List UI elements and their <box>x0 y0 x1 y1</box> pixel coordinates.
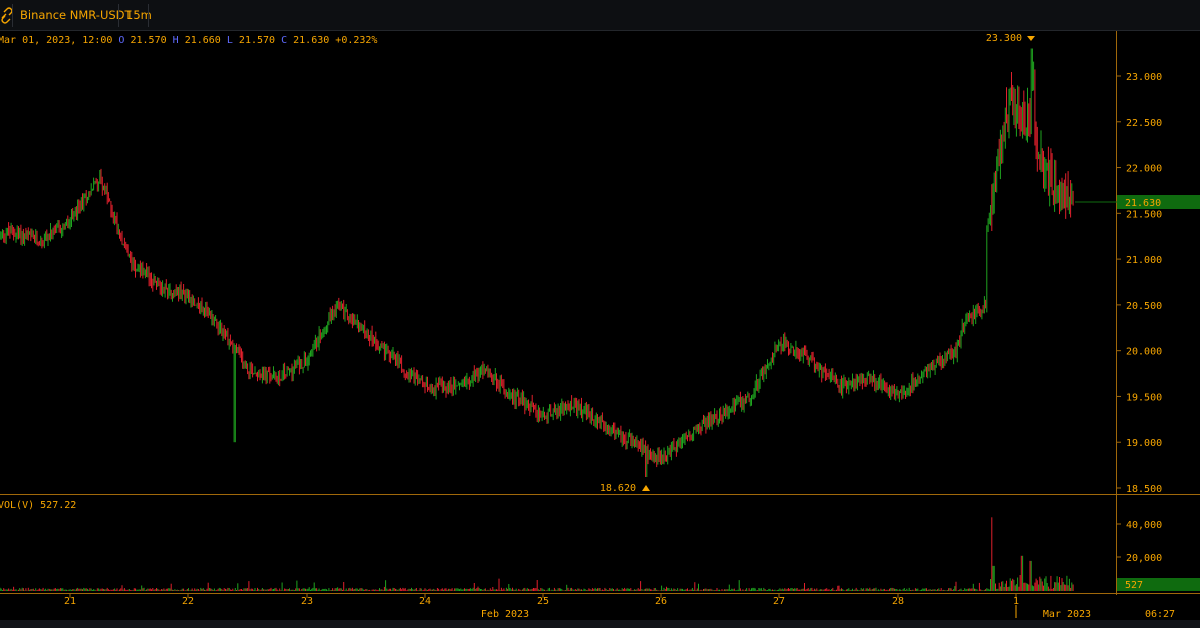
volume-axis[interactable]: 40,000 20,000 <box>1117 520 1162 564</box>
last-price-label: 21.630 <box>1125 198 1161 209</box>
month-label: Feb 2023 <box>481 609 529 620</box>
volume-layer <box>0 517 1073 591</box>
price-tick-label: 23.000 <box>1126 72 1162 83</box>
time-tick-label: 28 <box>892 596 904 607</box>
time-axis[interactable]: 21222324252627281Mar 2023Feb 202306:27 <box>64 594 1175 620</box>
price-tick-label: 22.000 <box>1126 164 1162 175</box>
time-tick-label: Mar 2023 <box>1043 609 1091 620</box>
price-tick-label: 20.500 <box>1126 301 1162 312</box>
last-volume-label: 527 <box>1125 580 1143 591</box>
volume-tick-label: 40,000 <box>1126 520 1162 531</box>
time-scrollbar[interactable] <box>0 620 1200 628</box>
clock-label: 06:27 <box>1145 609 1175 620</box>
price-tick-label: 18.500 <box>1126 484 1162 495</box>
volume-tick-label: 20,000 <box>1126 553 1162 564</box>
time-tick-label: 27 <box>773 596 785 607</box>
high-marker-label: 23.300 <box>986 33 1022 44</box>
time-tick-label: 24 <box>419 596 431 607</box>
time-tick-label: 22 <box>182 596 194 607</box>
price-tick-label: 21.000 <box>1126 255 1162 266</box>
price-axis[interactable]: 23.000 22.500 22.000 21.500 21.000 20.500 20.0… <box>1117 72 1162 495</box>
high-marker-icon <box>1027 36 1035 41</box>
candles-layer <box>0 49 1073 478</box>
price-chart[interactable]: 23.000 22.500 22.000 21.500 21.000 20.500 20.0… <box>0 0 1200 628</box>
price-tick-label: 19.500 <box>1126 392 1162 403</box>
price-tick-label: 19.000 <box>1126 438 1162 449</box>
low-marker-label: 18.620 <box>600 483 636 494</box>
time-tick-label: 21 <box>64 596 76 607</box>
price-tick-label: 20.000 <box>1126 347 1162 358</box>
price-tick-label: 22.500 <box>1126 118 1162 129</box>
low-marker-icon <box>642 485 650 491</box>
time-tick-label: 25 <box>537 596 549 607</box>
price-tick-label: 21.500 <box>1126 209 1162 220</box>
time-tick-label: 23 <box>301 596 313 607</box>
time-tick-label: 26 <box>655 596 667 607</box>
